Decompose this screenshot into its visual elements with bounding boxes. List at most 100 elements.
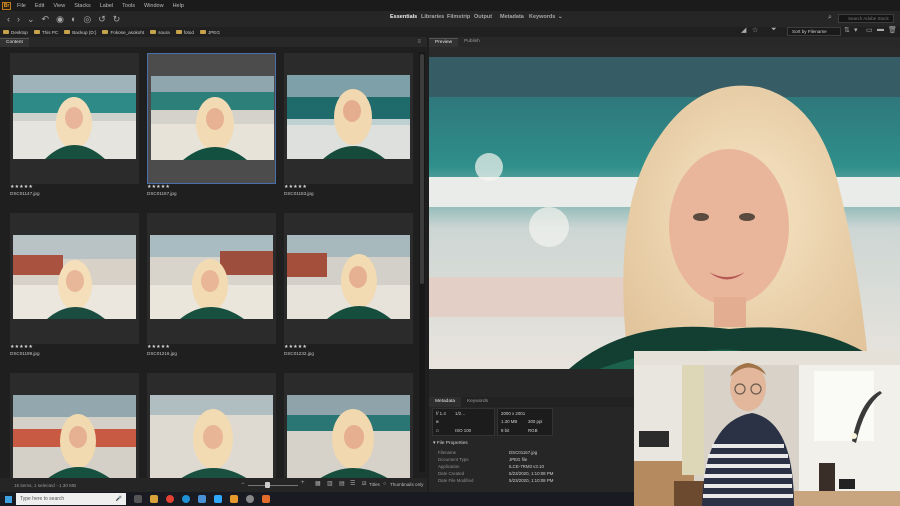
settings-icon[interactable] xyxy=(246,495,254,503)
thumbnail-image[interactable] xyxy=(151,76,274,160)
zoom-out-icon[interactable]: − xyxy=(241,481,245,487)
thumbnail-filename[interactable]: DSC01167.jpg xyxy=(147,191,177,196)
rating-stars[interactable]: ★★★★★ xyxy=(284,184,307,190)
workspace-output[interactable]: Output xyxy=(474,14,492,20)
rating-stars[interactable]: ★★★★★ xyxy=(147,184,170,190)
thumbnail-image[interactable] xyxy=(287,75,410,159)
view-list-icon[interactable]: ☰ xyxy=(350,480,355,487)
zoom-in-icon[interactable]: + xyxy=(301,480,305,486)
titles-checkbox[interactable]: ☑ xyxy=(362,481,366,487)
workspace-keywords[interactable]: Keywords xyxy=(529,14,555,20)
menu-stacks[interactable]: Stacks xyxy=(74,3,91,9)
store-icon[interactable] xyxy=(198,495,206,503)
thumbnail-image[interactable] xyxy=(13,75,136,159)
workspace-more-icon[interactable]: ⌄ xyxy=(558,14,563,20)
thumbnail-image[interactable] xyxy=(150,395,273,478)
menu-label[interactable]: Label xyxy=(100,3,113,9)
rating-stars[interactable]: ★★★★★ xyxy=(284,344,307,350)
thumbnail-cell[interactable] xyxy=(284,213,413,344)
trash-icon[interactable]: 🗑 xyxy=(888,26,897,34)
rating-stars[interactable]: ★★★★★ xyxy=(147,344,170,350)
microphone-icon[interactable]: 🎤 xyxy=(116,496,122,502)
lock-grid-icon[interactable]: ▦ xyxy=(315,480,321,487)
bridge-icon[interactable] xyxy=(230,495,238,503)
panel-menu-icon[interactable]: ≡ xyxy=(417,39,421,45)
slider-handle[interactable] xyxy=(265,482,270,488)
start-button[interactable] xyxy=(0,492,16,506)
workspace-filmstrip[interactable]: Filmstrip xyxy=(447,14,470,20)
thumbnail-cell[interactable] xyxy=(147,213,276,344)
thumbnail-cell[interactable] xyxy=(10,213,139,344)
breadcrumb-backup[interactable]: Backup (D:) xyxy=(64,30,96,35)
rating-stars[interactable]: ★★★★★ xyxy=(10,184,33,190)
breadcrumb-fokose[interactable]: Fokose_asokoht xyxy=(102,30,144,35)
folder-icon[interactable]: ▬ xyxy=(877,26,884,33)
open-in-camera-raw-icon[interactable]: ◎ xyxy=(83,14,91,24)
file-explorer-icon[interactable] xyxy=(150,495,158,503)
task-view-icon[interactable] xyxy=(134,495,142,503)
tab-preview[interactable]: Preview xyxy=(429,38,459,47)
thumbnail-cell[interactable] xyxy=(284,373,413,478)
menu-tools[interactable]: Tools xyxy=(122,3,135,9)
view-thumbnails-icon[interactable]: ▥ xyxy=(327,480,333,487)
workspace-essentials[interactable]: Essentials xyxy=(390,14,417,20)
workspace-metadata[interactable]: Metadata xyxy=(500,14,524,20)
thumbnail-cell[interactable] xyxy=(284,53,413,184)
thumbnail-image[interactable] xyxy=(287,395,410,478)
filter-icon[interactable]: ⏷ xyxy=(771,26,777,34)
thumbnail-filename[interactable]: DSC01199.jpg xyxy=(10,351,40,356)
view-details-icon[interactable]: ▤ xyxy=(339,480,345,487)
thumbnail-filename[interactable]: DSC01216.jpg xyxy=(147,351,177,356)
camera-download-icon[interactable]: ◉ xyxy=(56,14,64,24)
forward-icon[interactable]: › xyxy=(17,14,20,24)
breadcrumb-desktop[interactable]: Desktop xyxy=(3,30,28,35)
breadcrumb-this-pc[interactable]: This PC xyxy=(33,30,58,35)
boomerang-icon[interactable]: ↶ xyxy=(42,14,50,24)
sort-direction-icon[interactable]: ⇅ xyxy=(844,26,850,34)
search-input[interactable]: Search Adobe Stock xyxy=(838,14,894,23)
rating-stars[interactable]: ★★★★★ xyxy=(10,344,33,350)
thumbnail-size-slider[interactable] xyxy=(248,485,298,486)
new-folder-icon[interactable]: ▭ xyxy=(866,26,873,34)
breadcrumb-jpeg[interactable]: JPEG xyxy=(199,30,220,35)
thumbnail-image[interactable] xyxy=(13,395,136,478)
thumbnail-cell[interactable] xyxy=(10,373,139,478)
taskbar-search-input[interactable]: Type here to search 🎤 xyxy=(16,493,126,505)
refine-icon[interactable]: ◐ xyxy=(71,14,76,24)
recent-folder-icon[interactable]: ⌄ xyxy=(27,14,35,24)
breadcrumb-soura[interactable]: soura xyxy=(150,30,170,35)
thumbnail-image[interactable] xyxy=(150,235,273,319)
photoshop-icon[interactable] xyxy=(214,495,222,503)
tab-metadata[interactable]: Metadata xyxy=(429,397,462,407)
preview-image[interactable] xyxy=(429,47,900,369)
thumbnail-filename[interactable]: DSC01147.jpg xyxy=(10,191,40,196)
thumbnail-image[interactable] xyxy=(13,235,136,319)
search-icon[interactable]: ⌕ xyxy=(828,14,832,22)
thumbnail-cell[interactable] xyxy=(10,53,139,184)
menu-help[interactable]: Help xyxy=(173,3,184,9)
chrome-icon[interactable] xyxy=(166,495,174,503)
rotate-left-icon[interactable]: ↺ xyxy=(98,14,106,24)
rotate-right-icon[interactable]: ↻ xyxy=(113,14,121,24)
rating-filter-icon[interactable]: ☆ xyxy=(752,26,758,34)
tab-keywords[interactable]: Keywords xyxy=(461,397,494,407)
menu-view[interactable]: View xyxy=(53,3,65,9)
thumbnail-cell[interactable] xyxy=(147,373,276,478)
menu-window[interactable]: Window xyxy=(144,3,164,9)
menu-file[interactable]: File xyxy=(17,3,26,9)
thumbnail-cell-selected[interactable] xyxy=(147,53,276,184)
app-logo[interactable]: Br xyxy=(2,1,11,10)
thumbnails-only-checkbox[interactable]: ○ xyxy=(383,481,386,487)
scrollbar-thumb[interactable] xyxy=(420,54,424,284)
menu-edit[interactable]: Edit xyxy=(35,3,44,9)
back-icon[interactable]: ‹ xyxy=(7,14,10,24)
app-icon[interactable] xyxy=(262,495,270,503)
breadcrumb-fotod[interactable]: fotod xyxy=(175,30,194,35)
quality-options-icon[interactable]: ◢ xyxy=(741,26,746,34)
edge-icon[interactable] xyxy=(182,495,190,503)
thumbnail-filename[interactable]: DSC01183.jpg xyxy=(284,191,314,196)
thumbnail-filename[interactable]: DSC01232.jpg xyxy=(284,351,314,356)
file-properties-header[interactable]: ▾ File Properties xyxy=(433,441,468,446)
content-scrollbar[interactable] xyxy=(419,52,425,472)
workspace-libraries[interactable]: Libraries xyxy=(421,14,444,20)
